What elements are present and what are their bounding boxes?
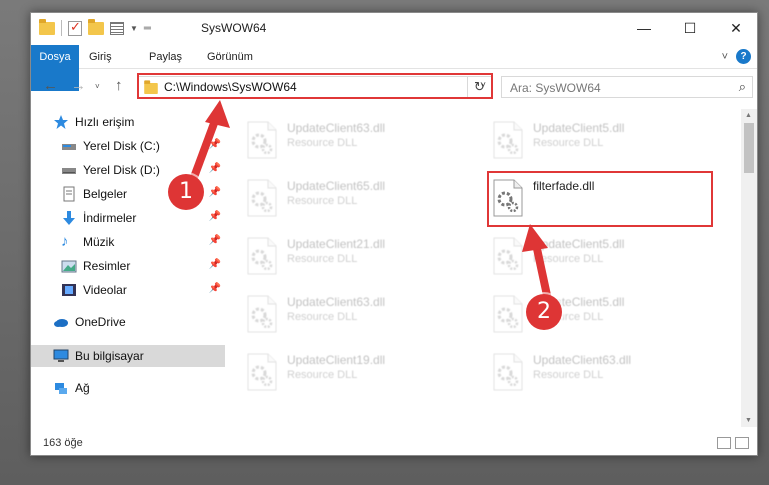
annotation-arrows bbox=[186, 100, 552, 301]
arrow-to-file bbox=[532, 243, 552, 301]
arrowhead-address bbox=[205, 100, 230, 128]
callout-step-2: 2 bbox=[526, 294, 562, 330]
callout-step-1: 1 bbox=[168, 174, 204, 210]
arrowhead-file bbox=[522, 224, 548, 252]
